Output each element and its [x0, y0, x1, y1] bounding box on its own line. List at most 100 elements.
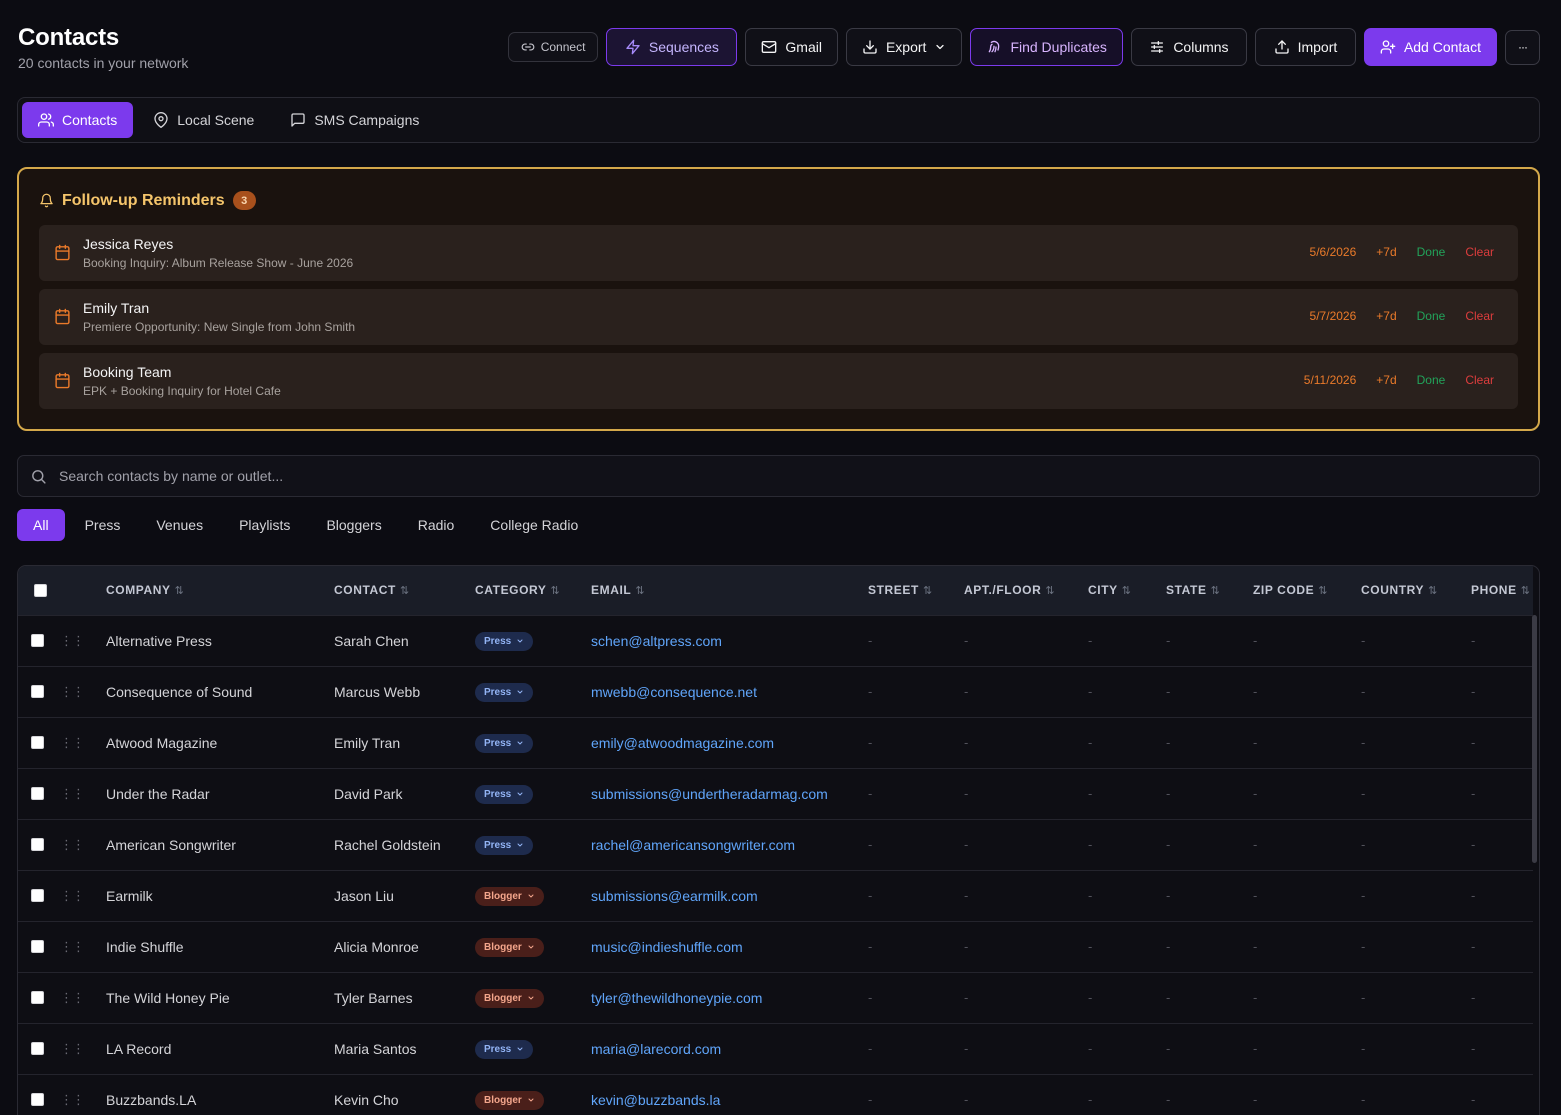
category-dropdown[interactable]: Blogger — [475, 1090, 544, 1110]
drag-handle-icon[interactable]: ⋮⋮ — [60, 838, 106, 851]
table-row[interactable]: ⋮⋮ Indie Shuffle Alicia Monroe Blogger music… — [18, 921, 1533, 972]
table-row[interactable]: ⋮⋮ The Wild Honey Pie Tyler Barnes Blogger t… — [18, 972, 1533, 1023]
category-dropdown[interactable]: Press — [475, 631, 534, 651]
drag-handle-icon[interactable]: ⋮⋮ — [60, 889, 106, 902]
drag-handle-icon[interactable]: ⋮⋮ — [60, 634, 106, 647]
email-link[interactable]: kevin@buzzbands.la — [591, 1074, 868, 1115]
filter-playlists[interactable]: Playlists — [223, 509, 306, 541]
drag-handle-icon[interactable]: ⋮⋮ — [60, 1093, 106, 1106]
table-scrollbar[interactable] — [1532, 615, 1537, 863]
filter-all[interactable]: All — [17, 509, 65, 541]
add-contact-button[interactable]: Add Contact — [1363, 28, 1497, 66]
row-checkbox[interactable] — [31, 787, 44, 800]
drag-handle-icon[interactable]: ⋮⋮ — [60, 787, 106, 800]
more-options-button[interactable]: ··· — [1505, 29, 1540, 65]
email-link[interactable]: maria@larecord.com — [591, 1023, 868, 1074]
sequences-button[interactable]: Sequences — [606, 28, 738, 66]
column-header-contact[interactable]: CONTACT ⇅ — [334, 566, 475, 615]
email-link[interactable]: music@indieshuffle.com — [591, 921, 868, 972]
row-checkbox[interactable] — [31, 685, 44, 698]
email-link[interactable]: tyler@thewildhoneypie.com — [591, 972, 868, 1023]
category-dropdown[interactable]: Press — [475, 1039, 534, 1059]
done-button[interactable]: Done — [1417, 373, 1446, 387]
email-link[interactable]: submissions@earmilk.com — [591, 870, 868, 921]
category-dropdown[interactable]: Blogger — [475, 937, 544, 957]
drag-handle-icon[interactable]: ⋮⋮ — [60, 1042, 106, 1055]
clear-button[interactable]: Clear — [1465, 373, 1494, 387]
table-row[interactable]: ⋮⋮ Buzzbands.LA Kevin Cho Blogger kevin@buzz… — [18, 1074, 1533, 1115]
connect-button[interactable]: Connect — [507, 32, 599, 62]
table-row[interactable]: ⋮⋮ Alternative Press Sarah Chen Press schen@… — [18, 615, 1533, 666]
column-header-category[interactable]: CATEGORY ⇅ — [475, 566, 591, 615]
tab-contacts[interactable]: Contacts — [22, 102, 134, 138]
select-all-checkbox[interactable] — [34, 583, 47, 597]
category-dropdown[interactable]: Press — [475, 682, 534, 702]
street-cell: - — [868, 837, 873, 852]
table-row[interactable]: ⋮⋮ Under the Radar David Park Press submissi… — [18, 768, 1533, 819]
find-duplicates-button[interactable]: Find Duplicates — [970, 28, 1123, 66]
table-row[interactable]: ⋮⋮ Atwood Magazine Emily Tran Press emily@at… — [18, 717, 1533, 768]
column-header-street[interactable]: STREET ⇅ — [868, 566, 964, 615]
row-checkbox[interactable] — [31, 889, 44, 902]
category-dropdown[interactable]: Press — [475, 784, 534, 804]
tab-sms-campaigns[interactable]: SMS Campaigns — [274, 102, 435, 138]
reminder-item[interactable]: Booking Team EPK + Booking Inquiry for H… — [39, 353, 1518, 409]
category-dropdown[interactable]: Blogger — [475, 886, 544, 906]
table-row[interactable]: ⋮⋮ Earmilk Jason Liu Blogger submissions@ear… — [18, 870, 1533, 921]
tab-local-scene[interactable]: Local Scene — [137, 102, 270, 138]
row-checkbox[interactable] — [31, 991, 44, 1004]
snooze-button[interactable]: +7d — [1376, 373, 1396, 387]
drag-handle-icon[interactable]: ⋮⋮ — [60, 685, 106, 698]
filter-college-radio[interactable]: College Radio — [474, 509, 594, 541]
column-header-city[interactable]: CITY ⇅ — [1088, 566, 1166, 615]
toolbar: Connect Sequences Gmail Export Find Dupl… — [507, 28, 1540, 66]
snooze-button[interactable]: +7d — [1376, 245, 1396, 259]
email-link[interactable]: emily@atwoodmagazine.com — [591, 717, 868, 768]
row-checkbox[interactable] — [31, 1042, 44, 1055]
drag-handle-icon[interactable]: ⋮⋮ — [60, 991, 106, 1004]
column-header-zip-code[interactable]: ZIP CODE ⇅ — [1253, 566, 1361, 615]
clear-button[interactable]: Clear — [1465, 245, 1494, 259]
clear-button[interactable]: Clear — [1465, 309, 1494, 323]
email-link[interactable]: mwebb@consequence.net — [591, 666, 868, 717]
import-button[interactable]: Import — [1254, 28, 1356, 66]
drag-handle-icon[interactable]: ⋮⋮ — [60, 940, 106, 953]
row-checkbox[interactable] — [31, 1093, 44, 1107]
column-header-country[interactable]: COUNTRY ⇅ — [1361, 566, 1471, 615]
export-button[interactable]: Export — [845, 28, 963, 66]
email-link[interactable]: submissions@undertheradarmag.com — [591, 768, 868, 819]
column-header-state[interactable]: STATE ⇅ — [1166, 566, 1253, 615]
row-checkbox[interactable] — [31, 736, 44, 749]
reminder-item[interactable]: Jessica Reyes Booking Inquiry: Album Rel… — [39, 225, 1518, 281]
done-button[interactable]: Done — [1417, 309, 1446, 323]
table-row[interactable]: ⋮⋮ American Songwriter Rachel Goldstein Pre… — [18, 819, 1533, 870]
column-header-phone[interactable]: PHONE ⇅ — [1471, 566, 1533, 615]
email-link[interactable]: schen@altpress.com — [591, 615, 868, 666]
reminder-date[interactable]: 5/7/2026 — [1310, 309, 1357, 323]
column-header-company[interactable]: COMPANY ⇅ — [106, 566, 334, 615]
table-row[interactable]: ⋮⋮ LA Record Maria Santos Press maria@lareco… — [18, 1023, 1533, 1074]
drag-handle-icon[interactable]: ⋮⋮ — [60, 736, 106, 749]
snooze-button[interactable]: +7d — [1376, 309, 1396, 323]
reminder-item[interactable]: Emily Tran Premiere Opportunity: New Sin… — [39, 289, 1518, 345]
row-checkbox[interactable] — [31, 940, 44, 953]
search-input[interactable] — [59, 468, 1459, 484]
filter-venues[interactable]: Venues — [140, 509, 219, 541]
filter-bloggers[interactable]: Bloggers — [310, 509, 397, 541]
row-checkbox[interactable] — [31, 634, 44, 647]
done-button[interactable]: Done — [1417, 245, 1446, 259]
email-link[interactable]: rachel@americansongwriter.com — [591, 819, 868, 870]
reminder-date[interactable]: 5/6/2026 — [1310, 245, 1357, 259]
filter-radio[interactable]: Radio — [402, 509, 471, 541]
filter-press[interactable]: Press — [69, 509, 137, 541]
column-header-email[interactable]: EMAIL ⇅ — [591, 566, 868, 615]
columns-button[interactable]: Columns — [1130, 28, 1247, 66]
column-header-apt-floor[interactable]: APT./FLOOR ⇅ — [964, 566, 1088, 615]
table-row[interactable]: ⋮⋮ Consequence of Sound Marcus Webb Press mw… — [18, 666, 1533, 717]
category-dropdown[interactable]: Press — [475, 835, 534, 855]
category-dropdown[interactable]: Blogger — [475, 988, 544, 1008]
reminder-date[interactable]: 5/11/2026 — [1304, 373, 1357, 387]
category-dropdown[interactable]: Press — [475, 733, 534, 753]
gmail-button[interactable]: Gmail — [745, 28, 838, 66]
row-checkbox[interactable] — [31, 838, 44, 851]
